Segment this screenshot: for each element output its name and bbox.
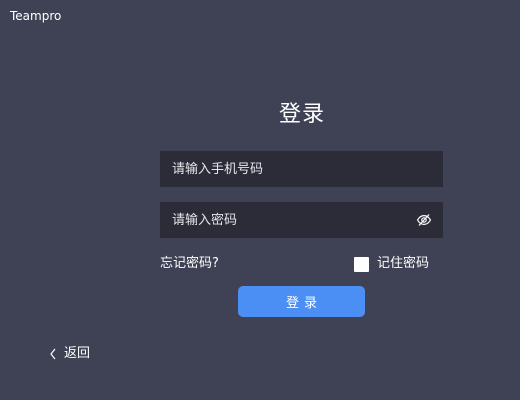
password-field	[160, 202, 443, 238]
login-title: 登录	[278, 102, 325, 127]
login-window: Teampro 登录 忘记密码? 记住密码 登录 返回	[0, 0, 520, 400]
chevron-left-icon	[48, 348, 58, 360]
eye-slash-icon[interactable]	[416, 212, 432, 228]
back-button[interactable]: 返回	[48, 346, 90, 362]
remember-password-label: 记住密码	[377, 256, 430, 271]
app-title: Teampro	[10, 9, 62, 23]
login-button[interactable]: 登录	[238, 286, 365, 317]
forgot-password-link[interactable]: 忘记密码?	[160, 256, 219, 272]
phone-field	[160, 151, 443, 187]
password-input[interactable]	[160, 202, 443, 238]
remember-password: 记住密码	[354, 256, 429, 272]
remember-password-checkbox[interactable]	[354, 256, 369, 272]
phone-input[interactable]	[160, 151, 443, 187]
back-label: 返回	[64, 346, 91, 361]
